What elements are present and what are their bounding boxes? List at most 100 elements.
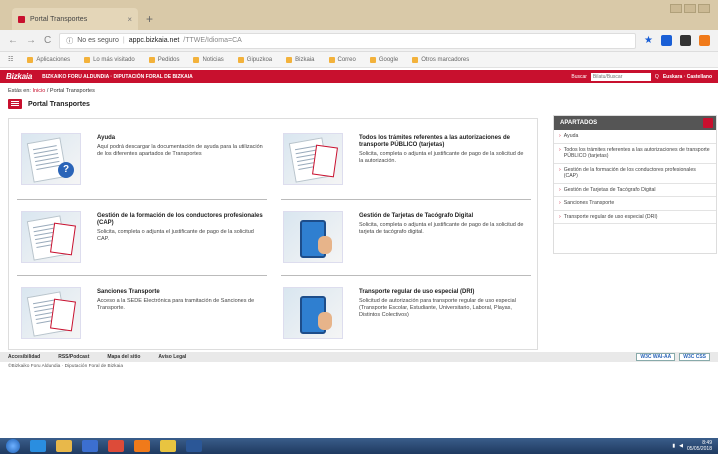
system-tray: ▮ ◀ 8:49 05/05/2018 [672,440,712,452]
card-description: Solicita, completa o adjunta el justific… [97,229,254,243]
sidebar-item-tarjetas[interactable]: › Todos los trámites referentes a las aut… [554,144,716,164]
bookmarks-bar: ☷ Aplicaciones Lo más visitado Pedidos N… [0,52,718,68]
address-host: appc.bizkaia.net [128,37,180,44]
sidebar-item-sanciones[interactable]: › Sanciones Transporte [554,197,716,211]
forward-button[interactable]: → [26,35,36,46]
w3c-badges: W3C WAI-AA W3C CSS [636,353,710,361]
card-cap[interactable]: Gestión de la formación de los conductor… [13,203,271,275]
chevron-right-icon: › [559,166,561,173]
new-tab-button[interactable]: + [146,12,153,26]
card-title[interactable]: Sanciones Transporte [97,289,265,296]
close-window-button[interactable] [698,4,710,13]
firefox-icon[interactable] [134,440,150,452]
browser-tab[interactable]: Portal Transportes × [12,8,138,30]
site-search: Buscar Q Euskara · Castellano [571,72,712,81]
bookmark-star-icon[interactable]: ★ [644,35,653,46]
site-favicon-icon [18,15,25,23]
start-button-icon[interactable] [6,439,20,453]
network-icon[interactable]: ▮ [672,443,675,449]
transport-icon [8,99,22,109]
volume-icon[interactable]: ◀ [679,443,683,449]
footer-link[interactable]: RSS/Podcast [58,354,89,360]
w3c-css-badge[interactable]: W3C CSS [679,353,710,361]
outlook-icon[interactable] [160,440,176,452]
bizkaia-logo[interactable]: Bizkaia [6,72,32,81]
clock[interactable]: 8:49 05/05/2018 [687,440,712,452]
bookmark-item[interactable]: Correo [328,56,356,63]
google-icon [369,56,376,63]
sidebar-item-tacografo[interactable]: › Gestión de Tarjetas de Tacógrafo Digita… [554,184,716,197]
folder-icon [237,56,244,63]
bookmark-item[interactable]: Otros marcadores [412,56,469,63]
bookmark-item[interactable]: Lo más visitado [84,56,135,63]
search-input[interactable] [590,72,651,81]
breadcrumb-home-link[interactable]: Inicio [32,88,45,94]
cap-thumbnail [21,211,81,263]
bookmark-item[interactable]: Bizkaia [286,56,315,63]
word-icon[interactable] [186,440,202,452]
chevron-right-icon: › [559,186,561,193]
form-icon [312,144,338,178]
folder-icon [84,56,91,63]
back-button[interactable]: ← [8,35,18,46]
bookmark-item[interactable]: Pedidos [148,56,179,63]
card-title[interactable]: Gestión de Tarjetas de Tacógrafo Digital [359,213,527,220]
folder-icon [27,56,34,63]
separator [281,275,531,276]
minimize-button[interactable] [670,4,682,13]
bookmark-item[interactable]: Noticias [193,56,224,63]
separator [281,199,531,200]
card-dri[interactable]: Transporte regular de uso especial (DRI)… [275,279,533,351]
card-tacografo[interactable]: Gestión de Tarjetas de Tacógrafo Digital… [275,203,533,275]
w3c-wai-badge[interactable]: W3C WAI-AA [636,353,676,361]
sidebar-item-dri[interactable]: › Transporte regular de uso especial (DRI… [554,211,716,224]
media-icon[interactable] [82,440,98,452]
address-bar[interactable]: ⓘ No es seguro | appc.bizkaia.net/TTWE/I… [59,32,637,49]
search-icon[interactable]: Q [655,74,659,80]
card-title[interactable]: Ayuda [97,135,265,142]
sidebar-item-ayuda[interactable]: › Ayuda [554,130,716,144]
reload-button[interactable]: C [44,35,51,46]
site-footer: Accesibilidad RSS/Podcast Mapa del sitio… [0,352,718,362]
sidebar-title: APARTADOS [554,116,716,130]
folder-icon [412,56,419,63]
sidebar-item-cap[interactable]: › Gestión de la formación de los conducto… [554,164,716,184]
card-ayuda[interactable]: ? Ayuda Aquí podrá descargar la document… [13,125,271,197]
window-controls [670,4,710,13]
breadcrumb-separator: / [46,88,49,94]
apps-icon[interactable]: ☷ [8,56,13,63]
extension-icon[interactable] [680,35,691,46]
windows-taskbar: ▮ ◀ 8:49 05/05/2018 [0,438,718,454]
help-icon: ? [58,162,74,178]
card-tarjetas[interactable]: Todos los trámites referentes a las auto… [275,125,533,197]
chevron-right-icon: › [559,213,561,220]
maximize-button[interactable] [684,4,696,13]
card-description: Solicita, completa o adjunta el justific… [359,222,524,236]
sidebar-apartados: APARTADOS › Ayuda › Todos los trámites ref… [553,115,717,254]
bookmark-item[interactable]: Aplicaciones [27,56,70,63]
card-title[interactable]: Todos los trámites referentes a las auto… [359,135,527,149]
folder-icon [286,56,293,63]
footer-link[interactable]: Aviso Legal [158,354,186,360]
ie-icon[interactable] [30,440,46,452]
hand-icon [318,312,332,330]
bookmark-item[interactable]: Gipuzkoa [237,56,272,63]
copyright: ©Bizkaiko Foru Aldundia · Diputación For… [8,364,123,369]
folder-icon[interactable] [56,440,72,452]
address-separator: | [122,37,125,44]
card-title[interactable]: Gestión de la formación de los conductor… [97,213,265,227]
services-panel: ? Ayuda Aquí podrá descargar la document… [8,118,538,350]
language-link[interactable]: Euskara · Castellano [663,74,712,80]
bookmark-item[interactable]: Google [369,56,398,63]
profile-icon[interactable] [699,35,710,46]
card-sanciones[interactable]: Sanciones Transporte Acceso a la SEDE El… [13,279,271,351]
chevron-right-icon: › [559,200,561,206]
info-icon[interactable]: ⓘ [66,36,73,46]
address-toolbar: ← → C ⓘ No es seguro | appc.bizkaia.net /… [0,30,718,52]
close-tab-icon[interactable]: × [127,15,132,24]
card-title[interactable]: Transporte regular de uso especial (DRI) [359,289,527,296]
footer-link[interactable]: Mapa del sitio [107,354,140,360]
chrome-icon[interactable] [108,440,124,452]
footer-link[interactable]: Accesibilidad [8,354,40,360]
extension-icon[interactable] [661,35,672,46]
